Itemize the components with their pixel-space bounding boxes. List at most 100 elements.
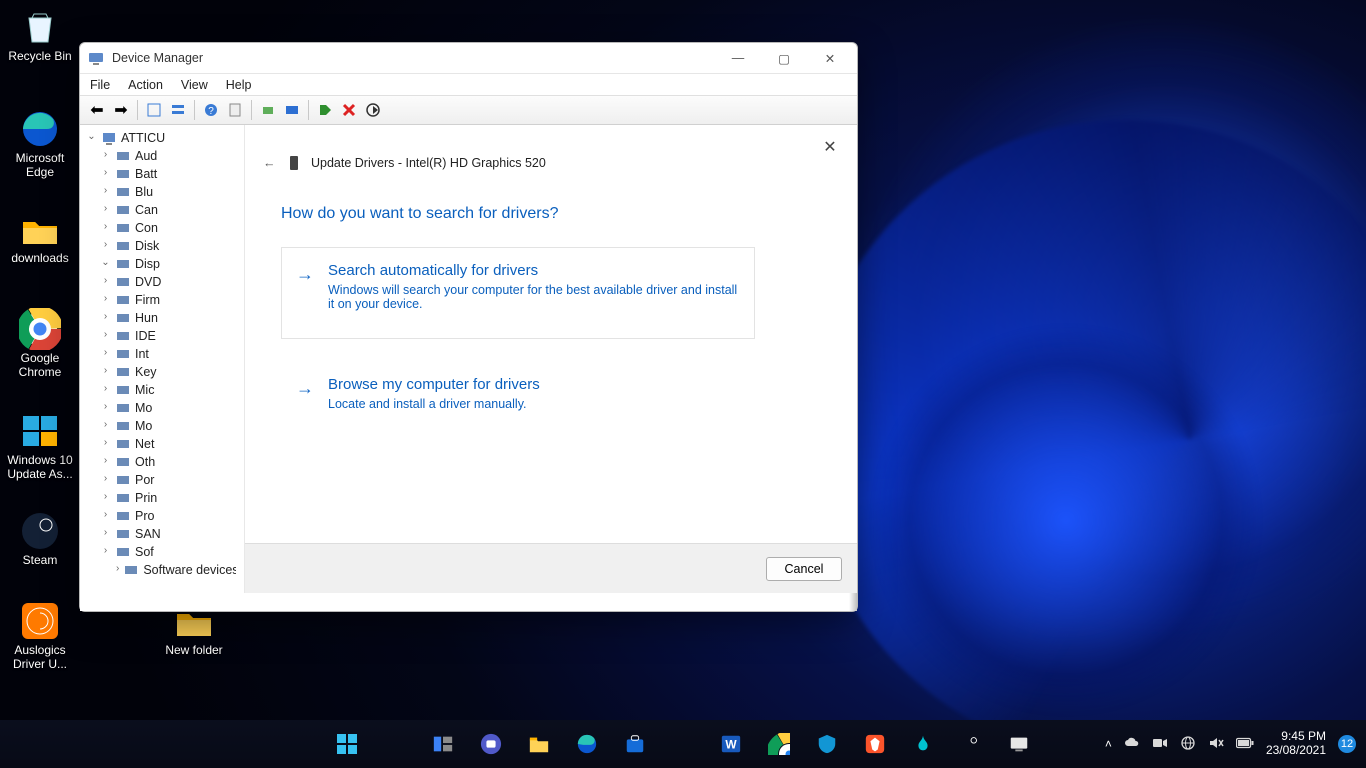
tree-node[interactable]: ›DVD: [100, 273, 236, 291]
tree-node[interactable]: ›Mo: [100, 417, 236, 435]
option-title: Browse my computer for drivers: [328, 376, 738, 393]
auslogics-icon: [19, 600, 61, 642]
desktop-icon-steam[interactable]: Steam: [2, 510, 78, 568]
notification-badge[interactable]: 12: [1338, 735, 1356, 753]
taskbar-devmgr[interactable]: [999, 724, 1039, 764]
desktop-icon-edge[interactable]: Microsoft Edge: [2, 108, 78, 180]
tree-node[interactable]: ›Oth: [100, 453, 236, 471]
desktop-icon-win10-update[interactable]: Windows 10 Update As...: [2, 410, 78, 482]
toolbar-scan-hardware[interactable]: [281, 99, 303, 121]
tray-network-icon[interactable]: [1180, 735, 1196, 754]
menu-bar: File Action View Help: [80, 73, 857, 95]
tree-node[interactable]: ⌄Disp: [100, 255, 236, 273]
taskbar-chrome[interactable]: [759, 724, 799, 764]
device-icon: [287, 155, 301, 171]
toolbar-forward[interactable]: ➡: [110, 99, 132, 121]
tree-node[interactable]: ›Mo: [100, 399, 236, 417]
toolbar-back[interactable]: ⬅: [86, 99, 108, 121]
recycle-bin-icon: [19, 6, 61, 48]
cancel-button[interactable]: Cancel: [766, 557, 842, 581]
taskbar-search[interactable]: [375, 724, 415, 764]
system-tray: ˄ 9:45 PM 23/08/2021 12: [1105, 730, 1366, 758]
option-search-automatically[interactable]: → Search automatically for drivers Windo…: [281, 247, 755, 339]
chrome-icon: [19, 308, 61, 350]
toolbar-uninstall[interactable]: [338, 99, 360, 121]
toolbar-show-hidden[interactable]: [143, 99, 165, 121]
toolbar-enable[interactable]: [314, 99, 336, 121]
device-manager-window[interactable]: Device Manager ― ▢ ✕ FileActionViewHelp …: [79, 42, 858, 612]
update-driver-wizard: ✕ ← Update Drivers - Intel(R) HD Graphic…: [244, 125, 857, 593]
menu-view[interactable]: View: [181, 74, 208, 95]
menu-action[interactable]: Action: [128, 74, 163, 95]
tree-node[interactable]: ›Sof: [100, 543, 236, 561]
toolbar-properties[interactable]: [224, 99, 246, 121]
taskbar-start[interactable]: [327, 724, 367, 764]
taskbar-store[interactable]: [615, 724, 655, 764]
tree-node[interactable]: ›Disk: [100, 237, 236, 255]
desktop-icon-chrome[interactable]: Google Chrome: [2, 308, 78, 380]
desktop-icon-label: Recycle Bin: [8, 50, 71, 64]
option-browse-computer[interactable]: → Browse my computer for drivers Locate …: [281, 361, 755, 423]
tree-node[interactable]: ›Can: [100, 201, 236, 219]
tree-node[interactable]: ›Blu: [100, 183, 236, 201]
toolbar-disable[interactable]: [362, 99, 384, 121]
desktop-icon-label: Google Chrome: [2, 352, 78, 380]
taskbar-chat[interactable]: [471, 724, 511, 764]
tray-volume-icon[interactable]: [1208, 735, 1224, 754]
tree-node[interactable]: ›Con: [100, 219, 236, 237]
taskbar-explorer[interactable]: [519, 724, 559, 764]
tree-node[interactable]: ›Net: [100, 435, 236, 453]
taskbar-brave[interactable]: [855, 724, 895, 764]
wizard-back-button[interactable]: ←: [263, 156, 277, 170]
tree-node[interactable]: ›Mic: [100, 381, 236, 399]
maximize-button[interactable]: ▢: [761, 43, 807, 73]
menu-help[interactable]: Help: [226, 74, 252, 95]
wizard-title: Update Drivers - Intel(R) HD Graphics 52…: [311, 156, 546, 170]
wizard-question: How do you want to search for drivers?: [281, 205, 558, 223]
taskbar-auslogics[interactable]: [903, 724, 943, 764]
steam-icon: [19, 510, 61, 552]
desktop-icon-label: New folder: [165, 644, 222, 658]
tree-root[interactable]: ⌄ATTICU: [86, 129, 236, 147]
tree-node[interactable]: ›SAN: [100, 525, 236, 543]
desktop-icon-auslogics[interactable]: Auslogics Driver U...: [2, 600, 78, 672]
svg-text:?: ?: [208, 106, 214, 117]
tree-node[interactable]: ›Int: [100, 345, 236, 363]
taskbar-taskview[interactable]: [423, 724, 463, 764]
tray-battery-icon[interactable]: [1236, 737, 1254, 752]
tree-node[interactable]: ›Firm: [100, 291, 236, 309]
tree-node[interactable]: ›Hun: [100, 309, 236, 327]
wizard-close-button[interactable]: ✕: [816, 133, 844, 161]
tree-node[interactable]: ›Software devices: [116, 561, 236, 579]
tree-node[interactable]: ›Prin: [100, 489, 236, 507]
taskbar-clock[interactable]: 9:45 PM 23/08/2021: [1266, 730, 1326, 758]
desktop-icon-label: Microsoft Edge: [2, 152, 78, 180]
arrow-right-icon: →: [296, 378, 314, 399]
taskbar-word[interactable]: W: [711, 724, 751, 764]
toolbar-dev-by-type[interactable]: [167, 99, 189, 121]
taskbar-security[interactable]: [807, 724, 847, 764]
minimize-button[interactable]: ―: [715, 43, 761, 73]
close-button[interactable]: ✕: [807, 43, 853, 73]
menu-file[interactable]: File: [90, 74, 110, 95]
toolbar-help[interactable]: ?: [200, 99, 222, 121]
option-title: Search automatically for drivers: [328, 262, 738, 279]
tray-onedrive-icon[interactable]: [1124, 735, 1140, 754]
tree-node[interactable]: ›Batt: [100, 165, 236, 183]
toolbar: ⬅ ➡ ?: [80, 95, 857, 125]
taskbar-edge[interactable]: [567, 724, 607, 764]
desktop-icon-downloads[interactable]: downloads: [2, 208, 78, 266]
option-desc: Windows will search your computer for th…: [328, 283, 737, 311]
tree-node[interactable]: ›Por: [100, 471, 236, 489]
tray-meetnow-icon[interactable]: [1152, 735, 1168, 754]
desktop-icon-recycle-bin[interactable]: Recycle Bin: [2, 6, 78, 64]
tree-node[interactable]: ›Aud: [100, 147, 236, 165]
tree-node[interactable]: ›IDE: [100, 327, 236, 345]
taskbar-steam[interactable]: [951, 724, 991, 764]
taskbar-settings[interactable]: [663, 724, 703, 764]
titlebar[interactable]: Device Manager ― ▢ ✕: [80, 43, 857, 73]
tree-node[interactable]: ›Key: [100, 363, 236, 381]
tray-chevron-icon[interactable]: ˄: [1105, 737, 1112, 751]
toolbar-update-driver[interactable]: [257, 99, 279, 121]
tree-node[interactable]: ›Pro: [100, 507, 236, 525]
